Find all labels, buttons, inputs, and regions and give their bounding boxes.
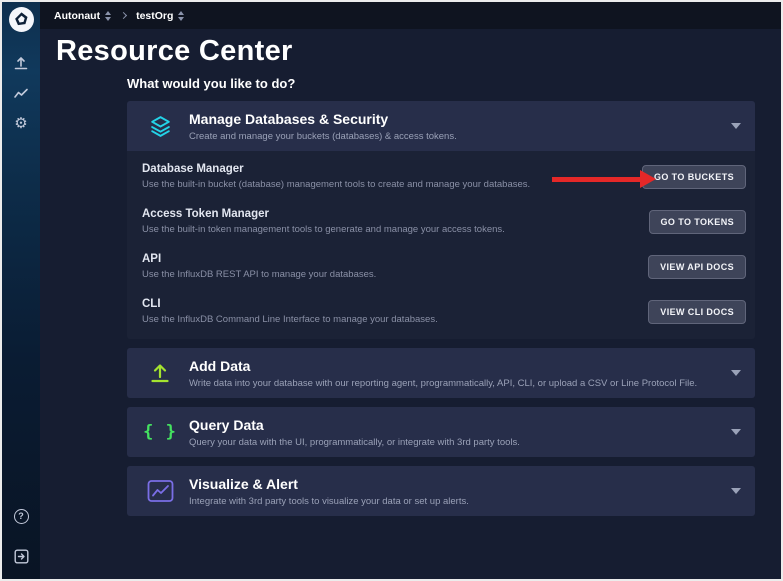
chevron-down-icon[interactable]	[731, 123, 741, 129]
sidebar-bottom-group: ?	[7, 501, 35, 571]
nav-sidebar: ⚙ ?	[2, 2, 40, 579]
resource-item-access-token-manager: Access Token Manager Use the built-in to…	[127, 199, 755, 244]
item-title: CLI	[142, 298, 636, 310]
app-window: ⚙ ? Autonaut testOrg	[0, 0, 783, 581]
section-description: Integrate with 3rd party tools to visual…	[189, 496, 719, 507]
resource-item-database-manager: Database Manager Use the built-in bucket…	[127, 154, 755, 199]
section-visualize-alert: Visualize & Alert Integrate with 3rd par…	[127, 466, 755, 516]
section-description: Query your data with the UI, programmati…	[189, 437, 719, 448]
resource-panel: Manage Databases & Security Create and m…	[127, 101, 755, 516]
item-description: Use the InfluxDB Command Line Interface …	[142, 314, 636, 325]
question-mark-icon: ?	[14, 509, 29, 524]
page-title: Resource Center	[56, 35, 781, 68]
influxdb-logo-icon[interactable]	[9, 7, 34, 32]
section-title: Add Data	[189, 358, 719, 374]
breadcrumb-separator-icon	[120, 12, 127, 19]
resource-center-content: What would you like to do? M	[40, 76, 781, 525]
item-description: Use the InfluxDB REST API to manage your…	[142, 269, 636, 280]
org-name: Autonaut	[54, 10, 100, 22]
help-nav-icon[interactable]: ?	[7, 504, 35, 528]
feedback-nav-icon[interactable]	[7, 544, 35, 568]
upload-icon	[137, 361, 183, 385]
load-data-nav-icon[interactable]	[7, 51, 35, 75]
view-api-docs-button[interactable]: VIEW API DOCS	[648, 255, 746, 279]
section-title: Query Data	[189, 417, 719, 433]
section-header-query-data[interactable]: { } Query Data Query your data with the …	[127, 407, 755, 457]
breadcrumb: Autonaut testOrg	[40, 2, 781, 29]
page-subtitle: What would you like to do?	[127, 76, 755, 91]
section-body-manage: Database Manager Use the built-in bucket…	[127, 151, 755, 339]
view-cli-docs-button[interactable]: VIEW CLI DOCS	[648, 300, 746, 324]
section-title: Visualize & Alert	[189, 476, 719, 492]
item-title: Database Manager	[142, 163, 630, 175]
data-explorer-nav-icon[interactable]	[7, 81, 35, 105]
chevron-down-icon[interactable]	[731, 370, 741, 376]
chart-icon	[137, 479, 183, 503]
logo-glyph	[13, 11, 30, 28]
item-description: Use the built-in token management tools …	[142, 224, 637, 235]
section-header-visualize[interactable]: Visualize & Alert Integrate with 3rd par…	[127, 466, 755, 516]
section-title: Manage Databases & Security	[189, 111, 719, 127]
suborg-switcher[interactable]: testOrg	[136, 10, 184, 22]
chevron-down-icon[interactable]	[731, 488, 741, 494]
section-header-add-data[interactable]: Add Data Write data into your database w…	[127, 348, 755, 398]
settings-nav-icon[interactable]: ⚙	[7, 111, 35, 135]
resource-item-cli: CLI Use the InfluxDB Command Line Interf…	[127, 289, 755, 334]
item-title: Access Token Manager	[142, 208, 637, 220]
section-description: Create and manage your buckets (database…	[189, 131, 719, 142]
section-header-manage[interactable]: Manage Databases & Security Create and m…	[127, 101, 755, 151]
braces-icon: { }	[137, 422, 183, 442]
gear-icon: ⚙	[14, 116, 27, 131]
section-description: Write data into your database with our r…	[189, 378, 719, 389]
main-area: Autonaut testOrg Resource Center What wo…	[40, 2, 781, 579]
section-query-data: { } Query Data Query your data with the …	[127, 407, 755, 457]
go-to-tokens-button[interactable]: GO TO TOKENS	[649, 210, 746, 234]
chevron-down-icon[interactable]	[731, 429, 741, 435]
go-to-buckets-button[interactable]: GO TO BUCKETS	[642, 165, 746, 189]
caret-updown-icon	[105, 11, 111, 21]
item-description: Use the built-in bucket (database) manag…	[142, 179, 630, 190]
item-title: API	[142, 253, 636, 265]
section-manage-databases: Manage Databases & Security Create and m…	[127, 101, 755, 339]
suborg-name: testOrg	[136, 10, 173, 22]
section-add-data: Add Data Write data into your database w…	[127, 348, 755, 398]
caret-updown-icon	[178, 11, 184, 21]
resource-item-api: API Use the InfluxDB REST API to manage …	[127, 244, 755, 289]
org-switcher[interactable]: Autonaut	[54, 10, 111, 22]
layers-icon	[137, 114, 183, 139]
